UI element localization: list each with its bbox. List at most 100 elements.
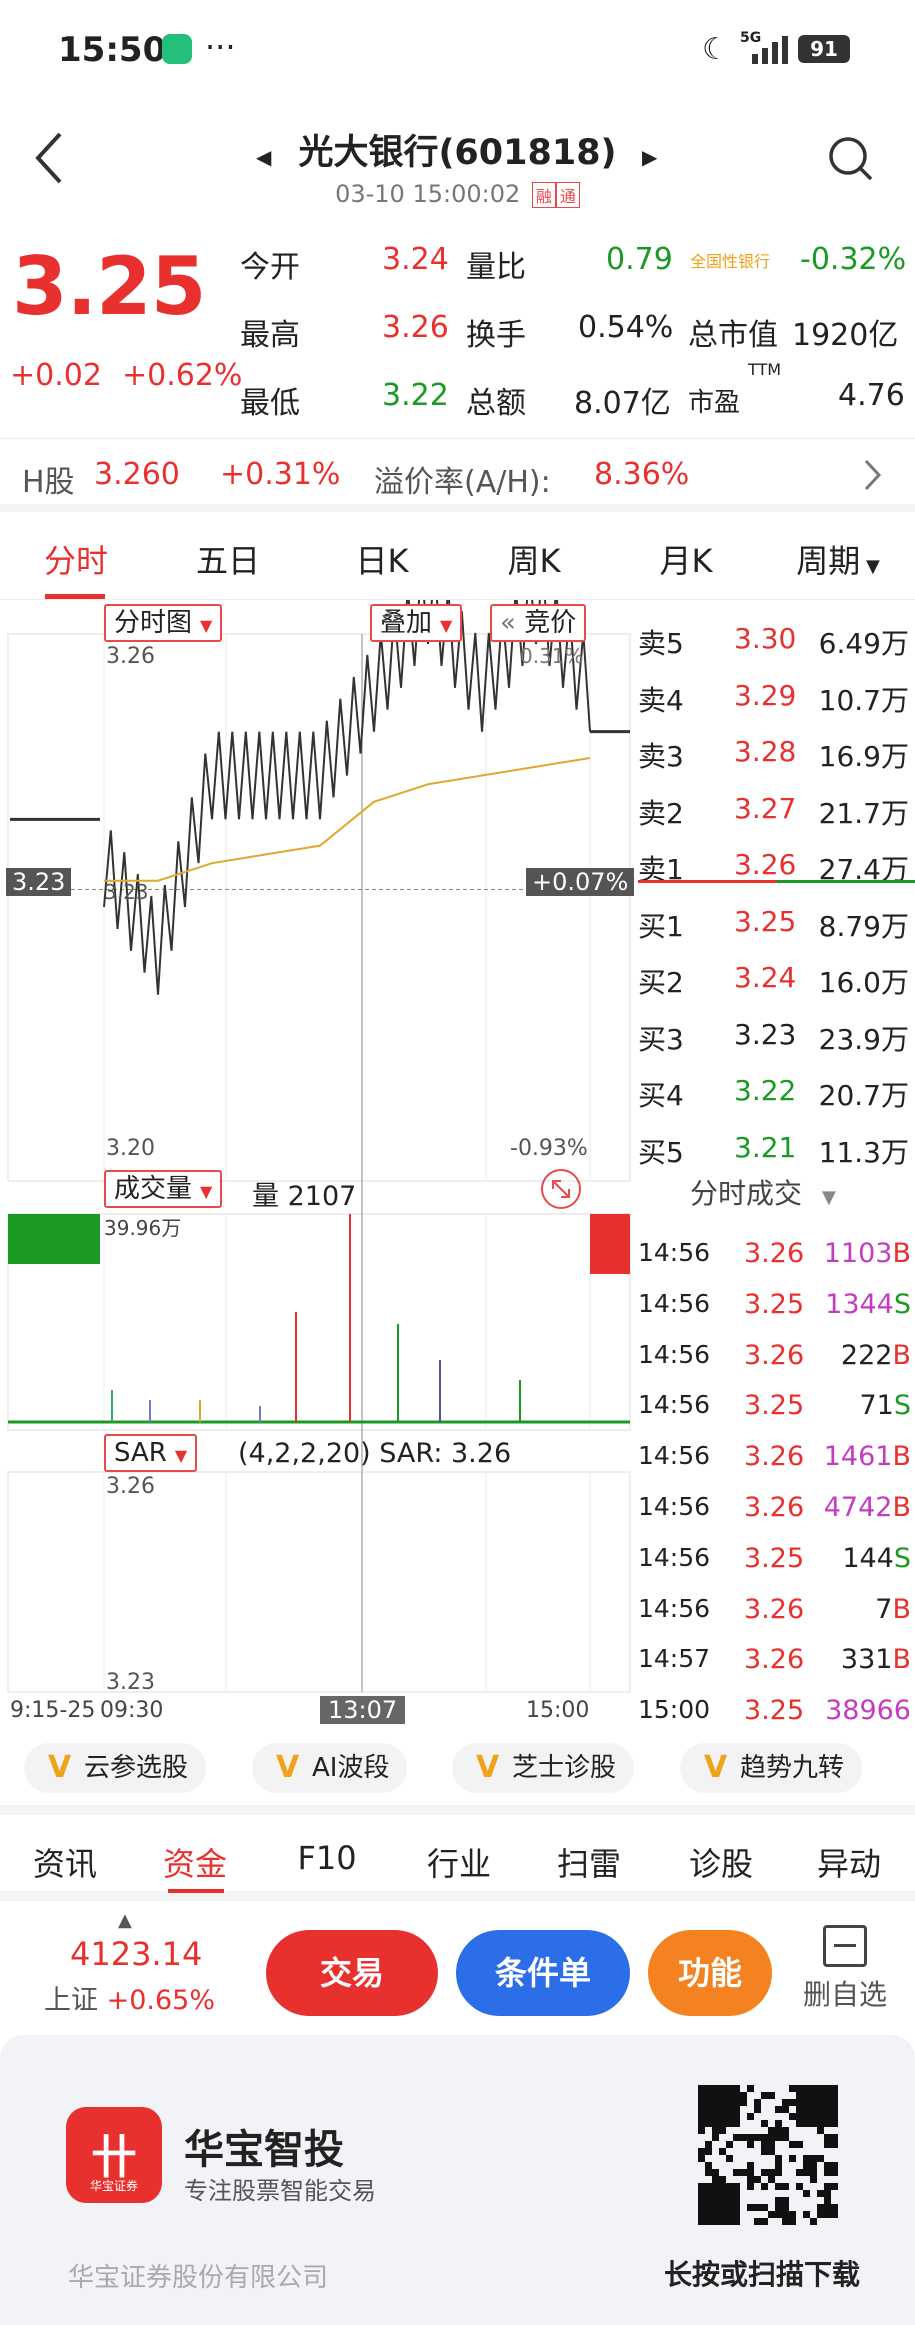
chip-cheese-diagnosis[interactable]: V 芝士诊股 [452,1743,635,1793]
promo-banner[interactable]: 卄 华宝证券 华宝智投 专注股票智能交易 华宝证券股份有限公司 长按或扫描下载 [0,2035,915,2325]
trade-volume: 222 [840,1339,893,1371]
tab-industry[interactable]: 行业 [404,1839,514,1885]
qr-module [810,2176,817,2183]
label-volume-ratio: 量比 [466,250,526,285]
page-title: 光大银行(601818) [298,133,617,173]
qr-module [782,2099,789,2106]
chip-cloud-stock-picking[interactable]: V 云参选股 [24,1743,207,1793]
crosshair-pct-tag: +0.07% [526,868,635,896]
qr-module [719,2183,726,2190]
tab-f10[interactable]: F10 [272,1839,382,1877]
qr-module [824,2183,831,2190]
qr-module [705,2197,712,2204]
qr-module [705,2183,712,2190]
indicator-max-label: 3.26 [106,1474,155,1499]
function-button[interactable]: 功能 [648,1930,772,2016]
order-price: 3.23 [734,1017,797,1051]
order-book-row[interactable]: 卖2 3.27 21.7万 [638,780,915,836]
remove-watchlist-button[interactable]: 删自选 [800,1925,890,2013]
order-book-row[interactable]: 买3 3.23 23.9万 [638,1006,915,1062]
qr-module [831,2169,838,2176]
tab-monthly-k[interactable]: 月K [626,536,746,582]
h-share-change: +0.31% [220,457,341,492]
order-book-row[interactable]: 买2 3.24 16.0万 [638,949,915,1005]
qr-module [831,2141,838,2148]
volume-selector[interactable]: 成交量 ▼ [104,1170,223,1208]
current-price: 3.25 [12,240,206,333]
qr-module [831,2085,838,2092]
qr-module [747,2085,754,2092]
tab-daily-k[interactable]: 日K [322,536,442,582]
qr-module [747,2134,754,2141]
expand-icon[interactable] [540,1168,582,1210]
trade-side: B [892,1593,911,1625]
battery-icon: 91 [798,35,850,63]
next-stock-icon[interactable]: ▶ [642,145,657,169]
order-book-row[interactable]: 卖1 3.26 27.4万 [638,836,915,892]
qr-module [782,2134,789,2141]
tab-anomaly[interactable]: 异动 [794,1839,904,1885]
price-change-pct: +0.62% [122,358,243,393]
trade-price: 3.25 [744,1390,805,1422]
condition-order-button[interactable]: 条件单 [456,1930,630,2016]
order-book-row[interactable]: 买1 3.25 8.79万 [638,893,915,949]
trade-side: B [892,1644,911,1676]
tab-intraday[interactable]: 分时 [16,536,136,582]
auction-toggle[interactable]: « 竞价 [490,604,587,642]
qr-module [712,2190,719,2197]
qr-module [698,2127,705,2134]
h-share-row[interactable]: H股 3.260 +0.31% 溢价率(A/H): 8.36% [0,438,915,512]
caret-down-icon: ▼ [440,616,453,635]
qr-module [831,2211,838,2218]
label-sector[interactable]: 全国性银行 [690,248,770,272]
order-book-row[interactable]: 卖4 3.29 10.7万 [638,667,915,723]
order-book-row[interactable]: 卖5 3.30 6.49万 [638,610,915,666]
indicator-selector-label: SAR [114,1438,167,1468]
trades-title[interactable]: 分时成交 ▼ [690,1172,836,1212]
order-book-row[interactable]: 买4 3.22 20.7万 [638,1062,915,1118]
tab-period[interactable]: 周期 ▼ [778,536,898,582]
time-label-auction: 9:15-25 [10,1698,96,1723]
order-book-row[interactable]: 卖3 3.28 16.9万 [638,723,915,779]
label-turnover: 换手 [466,318,526,353]
qr-module [754,2099,761,2106]
search-icon[interactable] [826,134,874,182]
prev-stock-icon[interactable]: ◀ [256,145,271,169]
chart-canvas[interactable] [0,600,640,1730]
tab-capital[interactable]: 资金 [140,1839,250,1885]
qr-module [740,2134,747,2141]
indicator-selector[interactable]: SAR ▼ [104,1434,198,1472]
qr-module [754,2204,761,2211]
index-value[interactable]: 4123.14 [70,1935,202,1973]
order-price: 3.22 [734,1074,797,1107]
qr-code-icon[interactable] [698,2085,838,2225]
trade-button[interactable]: 交易 [266,1930,438,2016]
chip-ai-band[interactable]: V AI波段 [252,1743,408,1793]
qr-module [768,2176,775,2183]
tab-diagnosis[interactable]: 诊股 [666,1839,776,1885]
qr-module [705,2204,712,2211]
trade-time: 14:56 [638,1542,711,1572]
qr-module [789,2099,796,2106]
collapse-icon: « [500,608,516,638]
qr-module [824,2162,831,2169]
chip-trend-nine[interactable]: V 趋势九转 [680,1743,863,1793]
tab-news[interactable]: 资讯 [10,1839,120,1885]
order-book-row[interactable]: 买5 3.21 11.3万 [638,1119,915,1175]
qr-module [817,2155,824,2162]
tab-five-day[interactable]: 五日 [168,536,288,582]
chart-type-selector[interactable]: 分时图 ▼ [104,604,223,642]
tab-risk-scan[interactable]: 扫雷 [534,1839,644,1885]
qr-module [733,2120,740,2127]
index-name-change[interactable]: 上证 +0.65% [44,1978,215,2017]
qr-module [705,2099,712,2106]
time-label-open: 09:30 [100,1698,164,1723]
intraday-chart[interactable]: 分时图 ▼ 叠加 ▼ « 竞价 3.26 0.31% 3.23 3.23 +0.07… [0,600,640,1730]
overlay-selector[interactable]: 叠加 ▼ [370,604,463,642]
tab-weekly-k[interactable]: 周K [474,536,594,582]
qr-module [831,2162,838,2169]
qr-module [698,2183,705,2190]
trade-row: 14:56 3.25 71S [638,1380,915,1430]
qr-module [712,2127,719,2134]
qr-module [768,2148,775,2155]
